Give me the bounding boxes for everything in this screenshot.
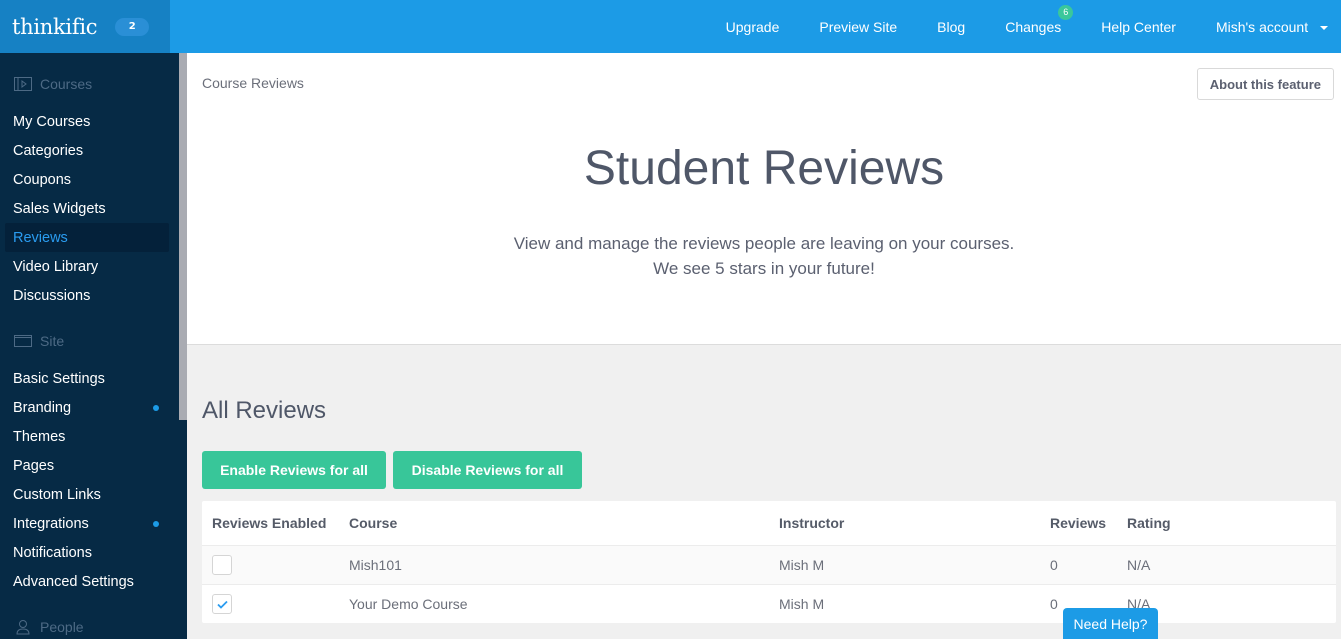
notification-dot (153, 405, 159, 411)
table-row: Mish101 Mish M 0 N/A (202, 545, 1336, 584)
sidebar-section-people: People (14, 619, 84, 635)
rating-cell: N/A (1127, 557, 1151, 573)
changes-count-badge: 6 (1058, 4, 1074, 20)
course-cell[interactable]: Mish101 (349, 557, 402, 573)
sidebar-item-coupons[interactable]: Coupons (5, 165, 169, 194)
page-title: Student Reviews (583, 142, 945, 195)
column-header-instructor[interactable]: Instructor (779, 515, 844, 531)
sidebar-item-label: Integrations (13, 515, 89, 532)
nav-help-center[interactable]: Help Center (1101, 19, 1176, 35)
table-row: Your Demo Course Mish M 0 N/A (202, 584, 1336, 623)
about-feature-button[interactable]: About this feature (1196, 68, 1334, 100)
section-label: People (40, 619, 84, 635)
sidebar-item-integrations[interactable]: Integrations (5, 509, 169, 538)
column-header-reviews[interactable]: Reviews (1050, 515, 1106, 531)
page-subtitle: View and manage the reviews people are l… (187, 231, 1341, 281)
logo[interactable]: thinkific (12, 15, 98, 39)
account-label: Mish's account (1215, 18, 1309, 35)
nav-blog[interactable]: Blog (937, 19, 965, 35)
sidebar-item-themes[interactable]: Themes (5, 422, 169, 451)
instructor-cell: Mish M (779, 596, 825, 612)
column-header-reviews-enabled[interactable]: Reviews Enabled (212, 515, 326, 531)
top-bar: thinkific 2 Upgrade Preview Site Blog Ch… (0, 0, 1341, 53)
reviews-count-cell: 0 (1050, 557, 1058, 573)
nav-changes[interactable]: Changes 6 (1005, 4, 1074, 35)
top-nav: Upgrade Preview Site Blog Changes 6 Help… (726, 0, 1341, 53)
instructor-cell: Mish M (779, 557, 825, 573)
site-count-badge[interactable]: 2 (115, 17, 150, 36)
course-cell[interactable]: Your Demo Course (349, 596, 468, 612)
need-help-button[interactable]: Need Help? (1063, 608, 1158, 639)
section-label: Site (40, 333, 65, 349)
sidebar-section-site: Site (14, 333, 64, 349)
sidebar-item-branding[interactable]: Branding (5, 393, 169, 422)
disable-reviews-all-button[interactable]: Disable Reviews for all (393, 451, 582, 489)
sidebar-item-advanced-settings[interactable]: Advanced Settings (5, 567, 169, 596)
sidebar-item-my-courses[interactable]: My Courses (5, 107, 169, 136)
sidebar-item-sales-widgets[interactable]: Sales Widgets (5, 194, 169, 223)
sidebar-item-reviews[interactable]: Reviews (5, 223, 169, 252)
sidebar-item-notifications[interactable]: Notifications (5, 538, 169, 567)
sidebar-item-custom-links[interactable]: Custom Links (5, 480, 169, 509)
sidebar-item-categories[interactable]: Categories (5, 136, 169, 165)
breadcrumb: Course Reviews (202, 75, 304, 91)
nav-upgrade[interactable]: Upgrade (726, 19, 780, 35)
person-icon (16, 620, 30, 635)
sidebar-section-courses: Courses (14, 76, 92, 92)
column-header-rating[interactable]: Rating (1127, 515, 1171, 531)
column-header-course[interactable]: Course (349, 515, 397, 531)
sidebar-item-discussions[interactable]: Discussions (5, 281, 169, 310)
sidebar-scrollbar-thumb[interactable] (179, 53, 187, 420)
checkmark-icon (216, 600, 228, 609)
subtitle-line: We see 5 stars in your future! (653, 259, 875, 278)
all-reviews-heading: All Reviews (202, 397, 327, 424)
course-player-icon (14, 77, 32, 91)
sidebar-item-pages[interactable]: Pages (5, 451, 169, 480)
nav-preview-site[interactable]: Preview Site (819, 19, 897, 35)
notification-dot (153, 521, 159, 527)
browser-window-icon (14, 335, 32, 347)
reviews-table: Reviews Enabled Course Instructor Review… (202, 501, 1336, 623)
chevron-down-icon (1320, 25, 1328, 30)
sidebar-item-basic-settings[interactable]: Basic Settings (5, 364, 169, 393)
account-menu[interactable]: Mish's account (1216, 19, 1328, 35)
subtitle-line: View and manage the reviews people are l… (513, 234, 1015, 253)
reviews-count-cell: 0 (1050, 596, 1058, 612)
sidebar-item-video-library[interactable]: Video Library (5, 252, 169, 281)
section-label: Courses (40, 76, 93, 92)
brand[interactable]: thinkific 2 (0, 0, 170, 53)
reviews-enabled-checkbox[interactable] (212, 594, 232, 614)
sidebar-item-label: Branding (13, 399, 72, 416)
page-header: Course Reviews About this feature Studen… (187, 53, 1341, 345)
reviews-enabled-checkbox[interactable] (212, 555, 232, 575)
nav-changes-label: Changes (1005, 18, 1062, 35)
enable-reviews-all-button[interactable]: Enable Reviews for all (202, 451, 386, 489)
